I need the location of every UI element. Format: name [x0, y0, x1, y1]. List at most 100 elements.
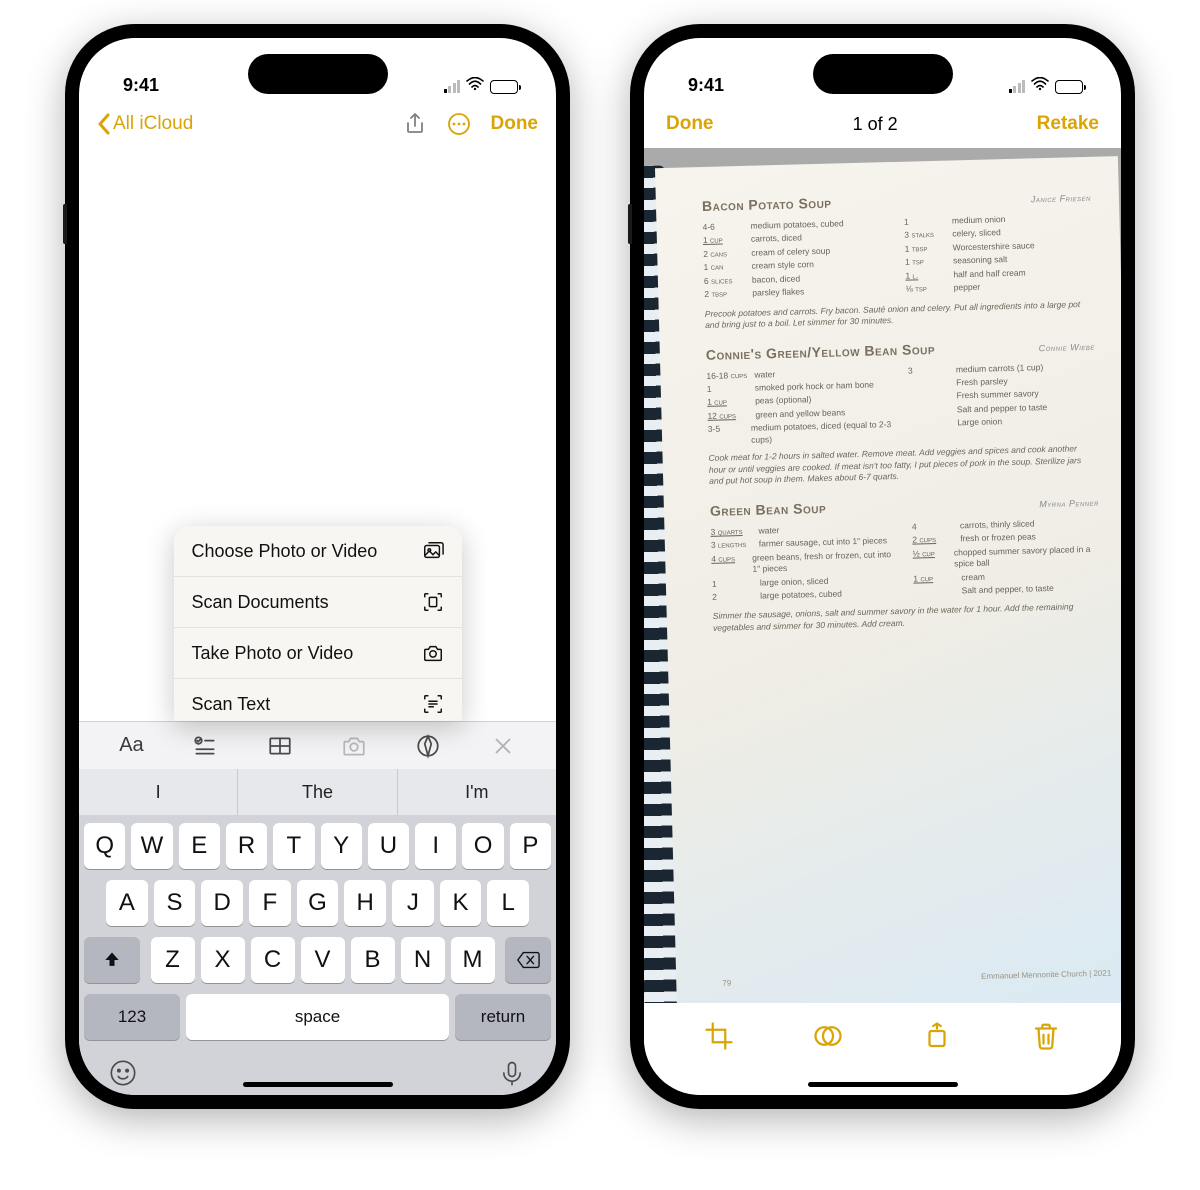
- key-p[interactable]: P: [510, 823, 551, 869]
- key-j[interactable]: J: [392, 880, 434, 926]
- recipe-instructions: Cook meat for 1-2 hours in salted water.…: [708, 443, 1098, 488]
- key-g[interactable]: G: [297, 880, 339, 926]
- chevron-left-icon: [97, 113, 111, 135]
- key-z[interactable]: Z: [151, 937, 195, 983]
- page-counter: 1 of 2: [853, 114, 898, 135]
- retake-button[interactable]: Retake: [1037, 113, 1099, 135]
- recipe-page: Bacon Potato SoupJanice Friesen4-6medium…: [655, 156, 1121, 1003]
- note-body[interactable]: Choose Photo or Video Scan Documents Tak…: [79, 148, 556, 721]
- key-l[interactable]: L: [487, 880, 529, 926]
- backspace-key[interactable]: [505, 937, 551, 983]
- ingredients: 16-18 cupswater1smoked pork hock or ham …: [706, 360, 1097, 447]
- return-key[interactable]: return: [455, 994, 551, 1040]
- emoji-icon[interactable]: [109, 1059, 137, 1087]
- menu-take-photo[interactable]: Take Photo or Video: [174, 628, 462, 679]
- recipe-title: Connie's Green/Yellow Bean SoupConnie Wi…: [706, 335, 1095, 364]
- recipe-instructions: Simmer the sausage, onions, salt and sum…: [713, 601, 1102, 634]
- done-button[interactable]: Done: [491, 113, 539, 135]
- rotate-icon[interactable]: [922, 1021, 952, 1051]
- key-k[interactable]: K: [440, 880, 482, 926]
- scan-text-icon: [422, 693, 444, 715]
- prediction[interactable]: The: [238, 769, 397, 815]
- recipe-title: Bacon Potato SoupJanice Friesen: [702, 187, 1091, 216]
- key-v[interactable]: V: [301, 937, 345, 983]
- key-x[interactable]: X: [201, 937, 245, 983]
- battery-icon: [1055, 80, 1083, 94]
- menu-scan-documents[interactable]: Scan Documents: [174, 577, 462, 628]
- scan-nav-bar: Done 1 of 2 Retake: [644, 100, 1121, 148]
- menu-label: Scan Documents: [192, 592, 329, 613]
- ingredients: 3 quartswater3 lengthsfarmer sausage, cu…: [710, 516, 1101, 605]
- battery-icon: [490, 80, 518, 94]
- recipe-instructions: Precook potatoes and carrots. Fry bacon.…: [705, 298, 1094, 331]
- page-number: 79: [722, 979, 731, 990]
- more-icon[interactable]: [447, 112, 471, 136]
- filter-icon[interactable]: [813, 1021, 843, 1051]
- phone-right: 9:41 Done 1 of 2 Retake Bacon Potato Sou…: [630, 24, 1135, 1109]
- markup-icon[interactable]: [415, 733, 441, 759]
- trash-icon[interactable]: [1031, 1021, 1061, 1051]
- cellular-signal-icon: [444, 80, 461, 93]
- status-time: 9:41: [123, 75, 159, 96]
- back-button[interactable]: All iCloud: [97, 113, 193, 135]
- numbers-key[interactable]: 123: [84, 994, 180, 1040]
- key-e[interactable]: E: [179, 823, 220, 869]
- page-imprint: Emmanuel Mennonite Church | 2021: [981, 969, 1111, 983]
- text-style-button[interactable]: Aa: [119, 734, 143, 757]
- shift-key[interactable]: [84, 937, 140, 983]
- scanned-document-view[interactable]: Bacon Potato SoupJanice Friesen4-6medium…: [644, 148, 1121, 1003]
- key-y[interactable]: Y: [321, 823, 362, 869]
- keyboard: QWERTYUIOP ASDFGHJKL ZXCVBNM 123 space r…: [79, 815, 556, 1057]
- menu-scan-text[interactable]: Scan Text: [174, 679, 462, 721]
- menu-choose-photo[interactable]: Choose Photo or Video: [174, 526, 462, 577]
- crop-icon[interactable]: [704, 1021, 734, 1051]
- key-t[interactable]: T: [273, 823, 314, 869]
- checklist-icon[interactable]: [192, 733, 218, 759]
- table-icon[interactable]: [267, 733, 293, 759]
- key-f[interactable]: F: [249, 880, 291, 926]
- key-i[interactable]: I: [415, 823, 456, 869]
- key-r[interactable]: R: [226, 823, 267, 869]
- nav-bar: All iCloud Done: [79, 100, 556, 148]
- key-c[interactable]: C: [251, 937, 295, 983]
- dictation-icon[interactable]: [498, 1059, 526, 1087]
- key-o[interactable]: O: [462, 823, 503, 869]
- phone-left: 9:41 All iCloud Done Choose Photo or Vid: [65, 24, 570, 1109]
- notes-format-toolbar: Aa: [79, 721, 556, 769]
- prediction[interactable]: I'm: [398, 769, 556, 815]
- key-s[interactable]: S: [154, 880, 196, 926]
- key-u[interactable]: U: [368, 823, 409, 869]
- space-key[interactable]: space: [186, 994, 449, 1040]
- camera-icon: [422, 642, 444, 664]
- key-m[interactable]: M: [451, 937, 495, 983]
- cellular-signal-icon: [1009, 80, 1026, 93]
- key-n[interactable]: N: [401, 937, 445, 983]
- back-label: All iCloud: [113, 113, 193, 135]
- dynamic-island: [248, 54, 388, 94]
- home-indicator[interactable]: [808, 1082, 958, 1087]
- menu-label: Take Photo or Video: [192, 643, 354, 664]
- key-h[interactable]: H: [344, 880, 386, 926]
- keyboard-bottom-row: [79, 1057, 556, 1095]
- close-keyboard-icon[interactable]: [490, 733, 516, 759]
- share-icon[interactable]: [403, 112, 427, 136]
- key-a[interactable]: A: [106, 880, 148, 926]
- wifi-icon: [466, 77, 484, 96]
- prediction-row: I The I'm: [79, 769, 556, 815]
- key-w[interactable]: W: [131, 823, 172, 869]
- camera-toolbar-icon[interactable]: [341, 733, 367, 759]
- key-q[interactable]: Q: [84, 823, 125, 869]
- ingredients: 4-6medium potatoes, cubed1 cupcarrots, d…: [702, 212, 1093, 303]
- scan-document-icon: [422, 591, 444, 613]
- key-d[interactable]: D: [201, 880, 243, 926]
- menu-label: Scan Text: [192, 694, 271, 715]
- dynamic-island: [813, 54, 953, 94]
- done-button[interactable]: Done: [666, 113, 714, 135]
- status-time: 9:41: [688, 75, 724, 96]
- home-indicator[interactable]: [243, 1082, 393, 1087]
- prediction[interactable]: I: [79, 769, 238, 815]
- key-b[interactable]: B: [351, 937, 395, 983]
- photos-icon: [422, 540, 444, 562]
- menu-label: Choose Photo or Video: [192, 541, 378, 562]
- wifi-icon: [1031, 77, 1049, 96]
